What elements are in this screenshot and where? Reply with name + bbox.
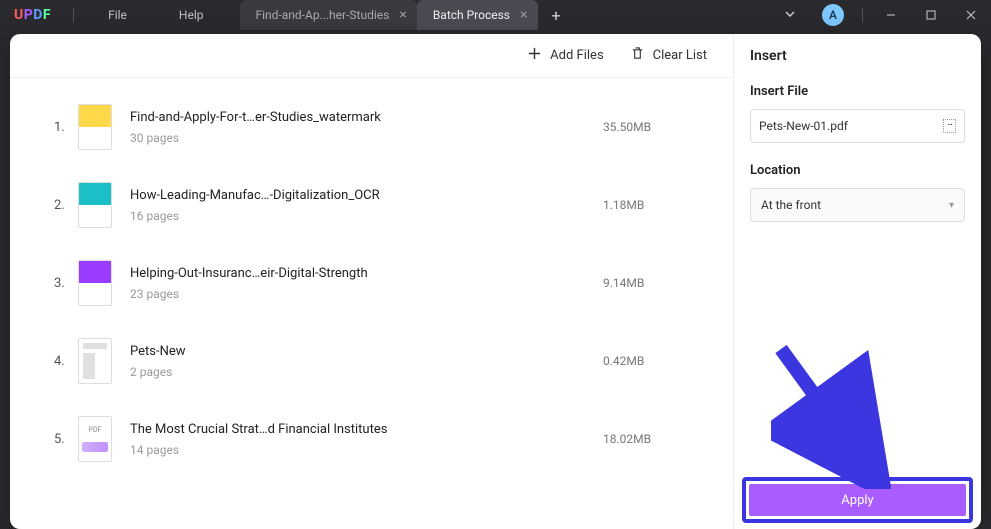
file-name: How-Leading-Manufac…-Digitalization_OCR xyxy=(130,188,603,203)
tab-batch-process[interactable]: Batch Process × xyxy=(417,0,538,30)
minimize-button[interactable] xyxy=(871,0,911,30)
separator xyxy=(862,8,863,22)
thumbnail: PDF xyxy=(78,416,112,462)
list-item[interactable]: 2. How-Leading-Manufac…-Digitalization_O… xyxy=(10,166,733,244)
file-size: 18.02MB xyxy=(603,432,703,446)
row-number: 4. xyxy=(54,354,78,369)
list-item[interactable]: 4. Pets-New 2 pages 0.42MB xyxy=(10,322,733,400)
maximize-button[interactable] xyxy=(911,0,951,30)
row-number: 3. xyxy=(54,276,78,291)
close-icon[interactable]: × xyxy=(399,7,406,23)
file-size: 35.50MB xyxy=(603,120,703,134)
file-name: Pets-New xyxy=(130,344,603,359)
list-item[interactable]: 3. Helping-Out-Insuranc…eir-Digital-Stre… xyxy=(10,244,733,322)
panel-title: Insert xyxy=(750,48,965,64)
insert-file-label: Insert File xyxy=(750,84,965,99)
file-size: 1.18MB xyxy=(603,198,703,212)
page-count: 14 pages xyxy=(130,443,603,457)
new-tab-button[interactable]: + xyxy=(538,0,575,30)
row-number: 1. xyxy=(54,120,78,135)
file-list: 1. Find-and-Apply-For-t…er-Studies_water… xyxy=(10,78,733,529)
file-size: 9.14MB xyxy=(603,276,703,290)
apply-highlight: Apply xyxy=(742,477,973,523)
file-name: Helping-Out-Insuranc…eir-Digital-Strengt… xyxy=(130,266,603,281)
file-name: The Most Crucial Strat…d Financial Insti… xyxy=(130,422,603,437)
menu-file[interactable]: File xyxy=(82,8,153,22)
thumbnail xyxy=(78,104,112,150)
page-count: 2 pages xyxy=(130,365,603,379)
tab-label: Batch Process xyxy=(433,8,510,22)
plus-icon xyxy=(527,46,542,65)
file-name: Find-and-Apply-For-t…er-Studies_watermar… xyxy=(130,110,603,125)
titlebar: UPDF File Help Find-and-Ap...her-Studies… xyxy=(0,0,991,30)
list-item[interactable]: 1. Find-and-Apply-For-t…er-Studies_water… xyxy=(10,88,733,166)
file-size: 0.42MB xyxy=(603,354,703,368)
row-number: 5. xyxy=(54,432,78,447)
trash-icon xyxy=(630,46,645,65)
avatar[interactable]: A xyxy=(822,4,844,26)
location-label: Location xyxy=(750,163,965,178)
select-value: At the front xyxy=(761,198,821,212)
list-item[interactable]: 5. PDF The Most Crucial Strat…d Financia… xyxy=(10,400,733,478)
chevron-down-icon[interactable] xyxy=(768,8,812,23)
main-panel: Add Files Clear List 1. Find-and-Apply-F… xyxy=(10,34,981,529)
window-controls xyxy=(871,0,991,30)
button-label: Clear List xyxy=(653,48,707,63)
page-count: 16 pages xyxy=(130,209,603,223)
menu-help[interactable]: Help xyxy=(153,8,230,22)
app-logo: UPDF xyxy=(0,7,65,23)
file-panel: Add Files Clear List 1. Find-and-Apply-F… xyxy=(10,34,733,529)
chevron-down-icon: ▾ xyxy=(949,200,954,211)
apply-button[interactable]: Apply xyxy=(749,484,966,516)
close-button[interactable] xyxy=(951,0,991,30)
clear-list-button[interactable]: Clear List xyxy=(630,46,707,65)
tab-label: Find-and-Ap...her-Studies xyxy=(256,8,390,22)
file-value: Pets-New-01.pdf xyxy=(759,119,848,133)
separator xyxy=(73,8,74,22)
browse-icon[interactable]: ··· xyxy=(943,119,956,133)
page-count: 30 pages xyxy=(130,131,603,145)
insert-file-field[interactable]: Pets-New-01.pdf ··· xyxy=(750,109,965,143)
thumbnail xyxy=(78,260,112,306)
location-select[interactable]: At the front ▾ xyxy=(750,188,965,222)
insert-panel: Insert Insert File Pets-New-01.pdf ··· L… xyxy=(733,34,981,529)
thumbnail xyxy=(78,338,112,384)
row-number: 2. xyxy=(54,198,78,213)
thumbnail xyxy=(78,182,112,228)
tab-strip: Find-and-Ap...her-Studies × Batch Proces… xyxy=(240,0,575,30)
add-files-button[interactable]: Add Files xyxy=(527,46,603,65)
tab-document[interactable]: Find-and-Ap...her-Studies × xyxy=(240,0,417,30)
page-count: 23 pages xyxy=(130,287,603,301)
close-icon[interactable]: × xyxy=(520,7,527,23)
button-label: Add Files xyxy=(550,48,603,63)
toolbar: Add Files Clear List xyxy=(10,34,733,78)
